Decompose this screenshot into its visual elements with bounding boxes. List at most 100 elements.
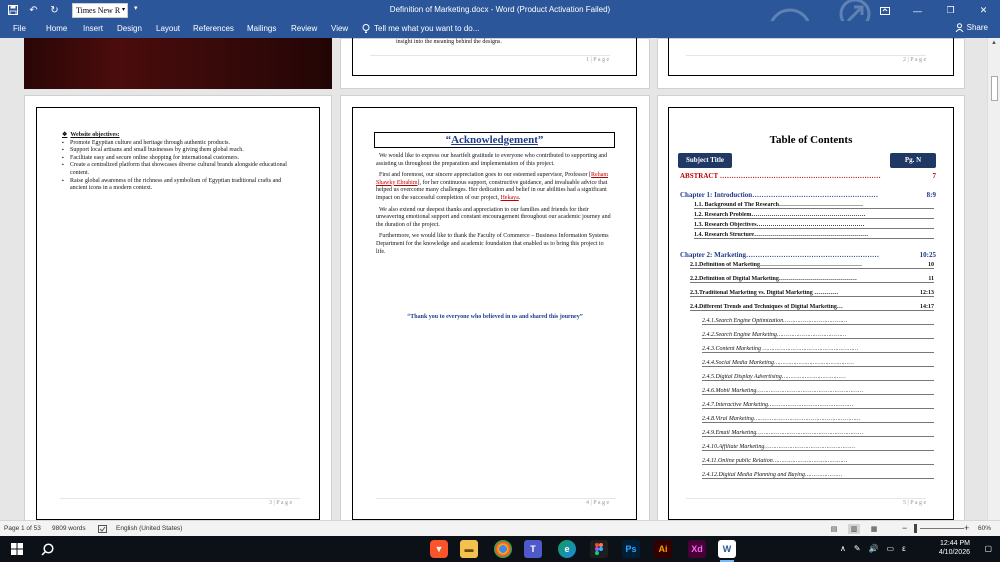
zoom-level[interactable]: 60% (978, 525, 991, 532)
xd-icon[interactable]: Xd (688, 540, 706, 558)
zoom-slider-thumb[interactable] (914, 524, 917, 533)
tab-references[interactable]: References (193, 24, 234, 33)
language-status[interactable]: English (United States) (116, 525, 182, 532)
person-icon (955, 23, 964, 32)
objectives-list: Promote Egyptian culture and heritage th… (62, 140, 292, 193)
toc-row[interactable]: 2.4.1.Search Engine Optimization……………………… (702, 318, 934, 325)
website-objectives: ❖Website objectives: Promote Egyptian cu… (62, 132, 292, 193)
chevron-up-icon[interactable]: ∧ (840, 544, 846, 553)
zoom-slider[interactable] (920, 528, 964, 529)
page-number: 5 | P a g e (903, 500, 927, 506)
tab-layout[interactable]: Layout (156, 24, 180, 33)
tab-file[interactable]: File (13, 24, 26, 33)
system-tray: ∧ ✎ 🔊 ▭ ε (840, 544, 906, 553)
toc-row[interactable]: 2.4.4.Social Media Marketing………………………………… (702, 360, 934, 367)
list-item: Raise global awareness of the richness a… (62, 178, 292, 193)
list-item: Promote Egyptian culture and heritage th… (62, 140, 292, 148)
toc-row[interactable]: 2.3.Traditional Marketing vs. Digital Ma… (690, 290, 934, 297)
teams-icon[interactable]: T (524, 540, 542, 558)
web-layout-icon[interactable]: ▦ (868, 524, 880, 534)
tell-me-box[interactable]: Tell me what you want to do... (362, 24, 479, 33)
paragraph: Furthermore, we would like to thank the … (376, 233, 609, 255)
footer-line (686, 498, 926, 499)
word-count[interactable]: 9809 words (52, 525, 86, 532)
clock[interactable]: 12:44 PM 4/10/2026 (939, 539, 970, 557)
toc-row[interactable]: 2.4.5.Digital Display Advertising…………………… (702, 374, 934, 381)
search-icon[interactable] (38, 540, 56, 558)
share-button[interactable]: Share (955, 23, 988, 32)
print-layout-icon[interactable]: ▥ (848, 524, 860, 534)
toc-row[interactable]: 2.4.10.Affiliate Marketing……………………………………… (702, 444, 934, 451)
tab-view[interactable]: View (331, 24, 348, 33)
tab-design[interactable]: Design (117, 24, 142, 33)
word-icon[interactable]: W (718, 540, 736, 558)
tab-insert[interactable]: Insert (83, 24, 103, 33)
tab-mailings[interactable]: Mailings (247, 24, 276, 33)
speaker-icon[interactable]: 🔊 (869, 544, 879, 553)
toc-row[interactable]: 2.4.2.Search Engine Marketing……………………………… (702, 332, 934, 339)
pen-icon[interactable]: ✎ (854, 544, 861, 553)
footer-line (376, 498, 616, 499)
cover-image (24, 38, 332, 89)
toc-subject-header: Subject Title (678, 153, 732, 168)
toc-row[interactable]: 1.4. Research Structure……………………………………………… (694, 232, 934, 239)
toc-row[interactable]: 2.4.3.Content Marketing …………………………………………… (702, 346, 934, 353)
input-language[interactable]: ε (902, 544, 906, 553)
page-number: 2 | P a g e (903, 57, 927, 63)
footer-line (370, 55, 610, 56)
toc-row[interactable]: 2.2.Definition of Digital Marketing……………… (690, 276, 934, 283)
file-explorer-icon[interactable]: ▬ (460, 540, 478, 558)
illustrator-icon[interactable]: Ai (654, 540, 672, 558)
clock-time: 12:44 PM (940, 540, 970, 547)
scroll-up-icon[interactable]: ▲ (991, 40, 997, 46)
read-mode-icon[interactable]: ▤ (828, 524, 840, 534)
close-icon[interactable]: ✕ (967, 0, 1000, 21)
tab-review[interactable]: Review (291, 24, 317, 33)
clock-date: 4/10/2026 (938, 549, 970, 556)
toc-row[interactable]: 2.4.Different Trends and Techniques of D… (690, 304, 934, 311)
ribbon-display-icon[interactable] (868, 0, 901, 21)
lightbulb-icon (362, 24, 370, 33)
brave-browser-icon[interactable]: ▼ (430, 540, 448, 558)
toc-row[interactable]: Chapter 2: Marketing………………………………………………… 1… (680, 251, 936, 259)
footer-line (60, 498, 300, 499)
toc-row[interactable]: 1.1. Background of The Research………………………… (694, 202, 934, 209)
vertical-scrollbar[interactable]: ▲ (987, 38, 1000, 520)
toc-row[interactable]: 2.4.9.Email Marketing…………………………………………………… (702, 430, 934, 437)
toc-row[interactable]: 2.4.7.Interactive Marketing…………………………………… (702, 402, 934, 409)
edge-icon[interactable]: e (558, 540, 576, 558)
toc-row[interactable]: 2.4.8.Viral Marketing…………………………………………………… (702, 416, 934, 423)
list-item: Create a centralized platform that showc… (62, 162, 292, 177)
diamond-bullet-icon: ❖ (62, 132, 68, 138)
acknowledgement-body: We would like to express our heartfelt g… (376, 153, 614, 260)
battery-icon[interactable]: ▭ (887, 544, 895, 553)
proofing-icon[interactable] (98, 525, 107, 535)
paragraph: We also extend our deepest thanks and ap… (376, 206, 611, 228)
page-count[interactable]: Page 1 of 53 (4, 525, 41, 532)
zoom-out-icon[interactable]: − (902, 523, 907, 533)
share-label: Share (966, 23, 988, 32)
toc-row[interactable]: 2.4.6.Mobil Marketing…………………………………………………… (702, 388, 934, 395)
restore-icon[interactable]: ❐ (934, 0, 967, 21)
toc-row[interactable]: ABSTRACT …………………………………………………………… 7 (680, 172, 936, 180)
toc-row[interactable]: 1.3. Research Objectives…………………………………………… (694, 222, 934, 229)
toc-row[interactable]: 2.4.12.Digital Media Planning and Buying… (702, 472, 934, 479)
ribbon-tabs: File Home Insert Design Layout Reference… (0, 21, 1000, 38)
minimize-icon[interactable]: — (901, 0, 934, 21)
toc-row[interactable]: 2.1.Definition of Marketing…………………………………… (690, 262, 934, 269)
tab-home[interactable]: Home (46, 24, 67, 33)
scroll-thumb[interactable] (991, 76, 998, 101)
toc-row[interactable]: 2.4.11.Online public Relation……………………………… (702, 458, 934, 465)
figma-icon[interactable] (590, 540, 608, 558)
page-number: 3 | P a g e (269, 500, 293, 506)
fragment-text: insight into the meaning behind the desi… (396, 39, 502, 45)
title-bar: ↶ ↻ Times New R ▾ ▾ Definition of Market… (0, 0, 1000, 38)
zoom-in-icon[interactable]: + (964, 523, 969, 533)
chrome-icon[interactable] (494, 540, 512, 558)
windows-start-icon[interactable] (8, 540, 26, 558)
photoshop-icon[interactable]: Ps (622, 540, 640, 558)
notification-icon[interactable]: ▢ (984, 544, 992, 553)
page-number: 1 | P a g e (586, 57, 610, 63)
toc-row[interactable]: 1.2. Research Problem………………………………………………… (694, 212, 934, 219)
toc-row[interactable]: Chapter 1: Introduction……………………………………………… (680, 191, 936, 199)
